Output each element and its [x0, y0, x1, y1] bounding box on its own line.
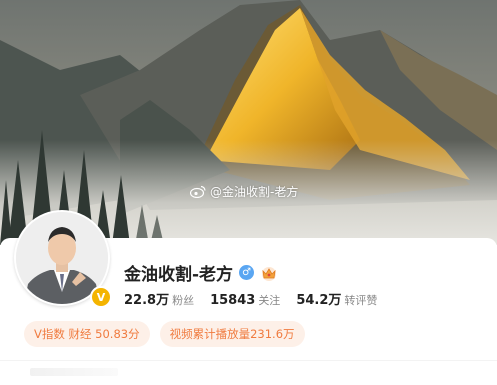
name-row: 金油收割-老方 ♂ [124, 260, 278, 285]
divider [0, 360, 497, 361]
profile-banner [0, 0, 497, 245]
stat-value: 54.2万 [296, 293, 342, 308]
stat-label: 转评赞 [344, 294, 378, 307]
tag-video-plays[interactable]: 视频累计播放量231.6万 [159, 321, 305, 347]
stat-value: 15843 [210, 293, 256, 308]
stat-followers[interactable]: 22.8万 粉丝 [124, 289, 194, 308]
weibo-icon [190, 185, 206, 198]
stat-value: 22.8万 [124, 293, 170, 308]
verified-badge: V [90, 286, 112, 308]
stat-label: 粉丝 [172, 294, 195, 307]
stat-reposts-comments-likes[interactable]: 54.2万 转评赞 [296, 289, 377, 308]
content-placeholder [30, 368, 118, 376]
mountain-banner-image [0, 0, 497, 245]
avatar-container[interactable]: V [14, 210, 112, 308]
watermark-text: @金油收割-老方 [210, 185, 299, 199]
male-icon: ♂ [239, 265, 255, 280]
stat-following[interactable]: 15843 关注 [210, 292, 280, 308]
username[interactable]: 金油收割-老方 [124, 260, 233, 285]
banner-watermark: @金油收割-老方 [190, 183, 298, 200]
stat-label: 关注 [258, 294, 281, 307]
crown-icon[interactable] [260, 265, 278, 281]
tag-v-index[interactable]: V指数 财经 50.83分 [24, 321, 150, 347]
profile-tags: V指数 财经 50.83分 视频累计播放量231.6万 [24, 321, 305, 347]
profile-stats: 22.8万 粉丝 15843 关注 54.2万 转评赞 [124, 289, 393, 308]
